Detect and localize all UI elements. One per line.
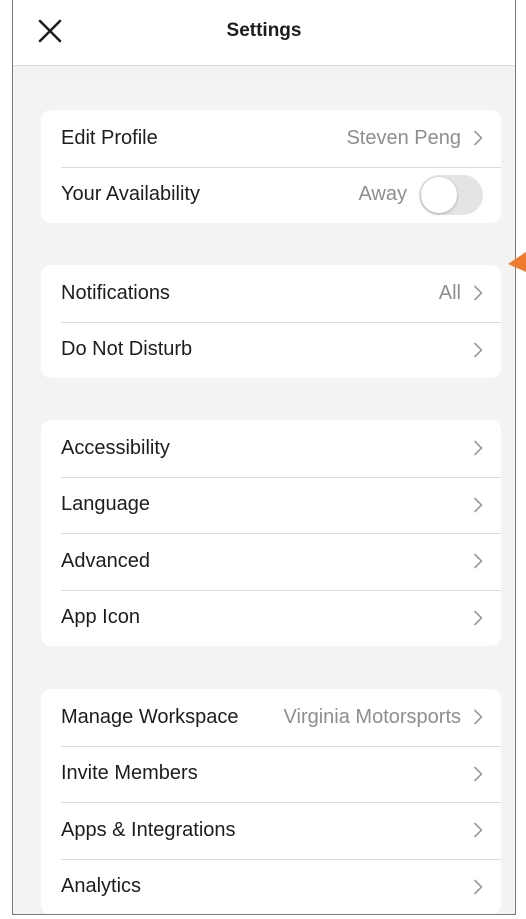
accessibility-row[interactable]: Accessibility bbox=[41, 420, 501, 477]
availability-row: Your Availability Away bbox=[41, 166, 501, 224]
row-label: Edit Profile bbox=[61, 126, 158, 149]
do-not-disturb-row[interactable]: Do Not Disturb bbox=[41, 321, 501, 379]
chevron-right-icon bbox=[473, 766, 483, 782]
row-label: Invite Members bbox=[61, 762, 198, 785]
row-label: Notifications bbox=[61, 281, 170, 304]
analytics-row[interactable]: Analytics bbox=[41, 858, 501, 915]
profile-group: Edit Profile Steven Peng Your Availabili… bbox=[41, 110, 501, 223]
apps-integrations-row[interactable]: Apps & Integrations bbox=[41, 802, 501, 859]
settings-screen: Settings Edit Profile Steven Peng Your A… bbox=[12, 0, 516, 915]
chevron-right-icon bbox=[473, 879, 483, 895]
workspace-name-value: Virginia Motorsports bbox=[283, 705, 461, 728]
page-title: Settings bbox=[226, 20, 302, 41]
chevron-right-icon bbox=[473, 342, 483, 358]
row-label: Do Not Disturb bbox=[61, 338, 193, 361]
header-bar: Settings bbox=[13, 0, 515, 66]
notifications-group: Notifications All Do Not Disturb bbox=[41, 265, 501, 378]
chevron-right-icon bbox=[473, 497, 483, 513]
row-label: Analytics bbox=[61, 875, 142, 898]
row-label: Language bbox=[61, 493, 150, 516]
row-label: Accessibility bbox=[61, 436, 170, 459]
toggle-knob bbox=[421, 176, 457, 213]
chevron-right-icon bbox=[473, 440, 483, 456]
edit-profile-row[interactable]: Edit Profile Steven Peng bbox=[41, 110, 501, 167]
notifications-row[interactable]: Notifications All bbox=[41, 265, 501, 322]
advanced-row[interactable]: Advanced bbox=[41, 533, 501, 590]
row-label: Manage Workspace bbox=[61, 705, 239, 728]
chevron-right-icon bbox=[473, 285, 483, 301]
row-label: App Icon bbox=[61, 606, 140, 629]
language-row[interactable]: Language bbox=[41, 476, 501, 534]
workspace-group: Manage Workspace Virginia Motorsports In… bbox=[41, 689, 501, 915]
manage-workspace-row[interactable]: Manage Workspace Virginia Motorsports bbox=[41, 689, 501, 746]
invite-members-row[interactable]: Invite Members bbox=[41, 745, 501, 803]
chevron-right-icon bbox=[473, 553, 483, 569]
row-label: Apps & Integrations bbox=[61, 818, 236, 841]
availability-toggle[interactable] bbox=[419, 174, 483, 215]
preferences-group: Accessibility Language Advanced App Icon bbox=[41, 420, 501, 646]
notifications-value: All bbox=[438, 281, 461, 304]
chevron-right-icon bbox=[473, 709, 483, 725]
arrow-pointer-icon bbox=[508, 252, 526, 272]
chevron-right-icon bbox=[473, 822, 483, 838]
profile-name-value: Steven Peng bbox=[346, 126, 461, 149]
app-icon-row[interactable]: App Icon bbox=[41, 589, 501, 647]
availability-status: Away bbox=[358, 183, 407, 206]
row-label: Advanced bbox=[61, 549, 150, 572]
chevron-right-icon bbox=[473, 610, 483, 626]
row-label: Your Availability bbox=[61, 183, 200, 206]
chevron-right-icon bbox=[473, 130, 483, 146]
